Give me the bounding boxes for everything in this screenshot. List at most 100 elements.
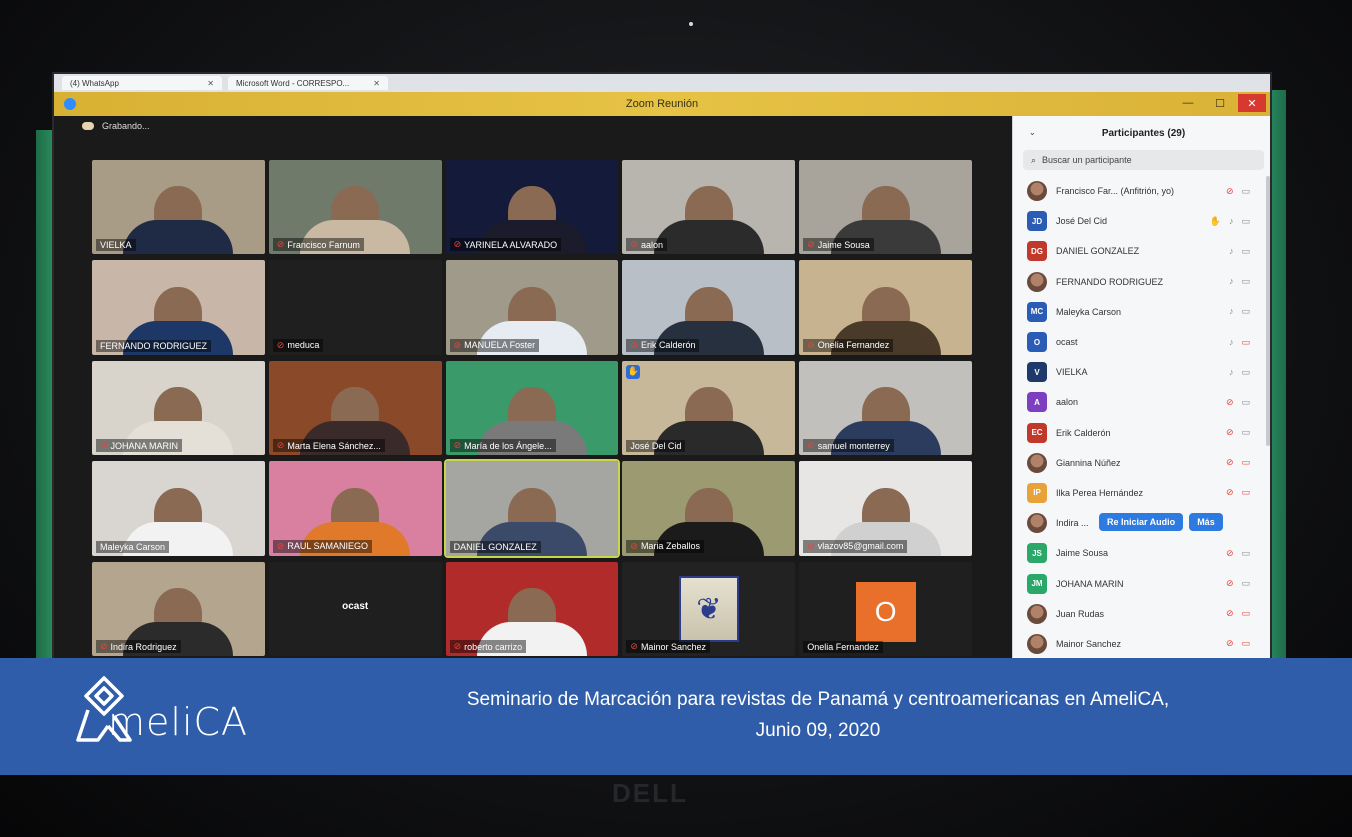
participant-row[interactable]: JD José Del Cid ✋ ♪ ▭ — [1013, 206, 1270, 236]
tile-name-text: María de los Ángele... — [464, 440, 552, 451]
muted-mic-icon: ⊘ — [453, 641, 462, 651]
tile-name-label: ⊘ Marta Elena Sánchez... — [272, 439, 385, 453]
avatar — [1027, 513, 1047, 534]
tile-name-label: ⊘ Jaime Sousa — [803, 238, 874, 252]
participant-row[interactable]: MC Maleyka Carson ♪ ▭ — [1013, 297, 1270, 327]
participant-name: Ilka Perea Hernández — [1056, 487, 1144, 498]
participants-header: ⌄ Participantes (29) — [1013, 116, 1270, 150]
video-tile[interactable]: ⊘ RAUL SAMANIEGO — [268, 461, 442, 556]
participant-row[interactable]: Indira ... Re Iniciar Audio Más — [1013, 508, 1270, 538]
participant-row[interactable]: JM JOHANA MARIN ⊘ ▭ — [1013, 568, 1270, 598]
participant-video — [653, 220, 764, 255]
participant-row[interactable]: Aaalon ⊘ ▭ — [1013, 387, 1270, 417]
video-tile[interactable]: ✋ José Del Cid — [622, 360, 796, 456]
mic-icon: ♪ — [1228, 245, 1234, 256]
avatar: DG — [1027, 241, 1047, 262]
video-tile[interactable]: DANIEL GONZALEZ — [443, 459, 621, 558]
video-tile[interactable]: ⊘ Erik Calderón — [622, 260, 796, 355]
video-tile[interactable]: ⊘ María de los Ángele... — [445, 360, 619, 456]
participants-title: Participantes (29) — [1101, 127, 1186, 139]
participant-row[interactable]: Francisco Far... (Anfitrión, yo) ⊘ ▭ — [1013, 176, 1270, 206]
video-camera-icon: ▭ — [1241, 185, 1250, 196]
video-tile[interactable]: ⊘ Jaime Sousa — [799, 160, 972, 255]
participant-row[interactable]: V VIELKA ♪ ▭ — [1013, 357, 1270, 387]
participant-hover-actions: Re Iniciar Audio Más — [1099, 513, 1223, 532]
light-reflection — [689, 22, 693, 26]
video-tile[interactable]: ⊘ roberto carrizo — [445, 561, 619, 656]
participant-row[interactable]: Oocast ♪ ▭ — [1013, 327, 1270, 357]
minimize-button[interactable]: — — [1174, 94, 1202, 112]
video-tile[interactable]: FERNANDO RODRIGUEZ — [92, 260, 265, 355]
browser-tab-whatsapp[interactable]: (4) WhatsApp ✕ — [62, 76, 222, 90]
participant-status-icons: ✋ ♪ ▭ — [1210, 216, 1250, 227]
participant-name: FERNANDO RODRIGUEZ — [1056, 276, 1164, 287]
tile-name-label: ⊘ Erik Calderón — [626, 338, 700, 352]
video-tile[interactable]: Maleyka Carson — [92, 461, 265, 556]
tile-name-label: ⊘ María de los Ángele... — [449, 439, 556, 453]
tile-name-text: Erik Calderón — [640, 340, 696, 351]
video-tile[interactable]: ⊘ meduca — [268, 260, 442, 355]
tile-name-text: Onelia Fernandez — [817, 340, 890, 351]
participant-search-input[interactable]: ⌕ Buscar un participante — [1023, 150, 1264, 170]
video-tile-grid: VIELKA ⊘ Francisco Farnum ⊘ YARINELA ALVARAD… — [92, 160, 972, 656]
muted-mic-icon: ⊘ — [276, 239, 285, 250]
participant-status-icons: ♪ ▭ — [1229, 337, 1250, 348]
tile-name-label: VIELKA — [96, 239, 136, 252]
mic-icon: ♪ — [1228, 215, 1234, 226]
tile-name-text: samuel monterrey — [817, 440, 890, 451]
close-icon[interactable]: ✕ — [373, 79, 380, 88]
zoom-title-bar: Zoom Reunión — ☐ ✕ — [54, 92, 1270, 116]
mic-icon: ♪ — [1228, 276, 1234, 287]
tile-name-text: Maria Zeballos — [640, 541, 700, 552]
video-tile[interactable]: ⊘ aalon — [622, 160, 796, 255]
more-button[interactable]: Más — [1189, 513, 1223, 532]
maximize-button[interactable]: ☐ — [1206, 94, 1234, 112]
participant-list-scrollbar[interactable] — [1266, 176, 1270, 446]
video-tile[interactable]: ⊘ Marta Elena Sánchez... — [268, 360, 442, 456]
tile-name-text: Maleyka Carson — [100, 541, 166, 552]
video-tile[interactable]: ⊘ Onelia Fernandez — [799, 260, 972, 355]
participant-row[interactable]: Mainor Sanchez ⊘ ▭ — [1013, 629, 1270, 659]
video-tile[interactable]: ⊘ Francisco Farnum — [268, 160, 442, 255]
participant-row[interactable]: IP Ilka Perea Hernández ⊘ ▭ — [1013, 478, 1270, 508]
chevron-down-icon[interactable]: ⌄ — [1029, 128, 1036, 137]
tile-name-text: Marta Elena Sánchez... — [287, 440, 381, 451]
participant-name: Giannina Núñez — [1056, 457, 1121, 468]
tile-name-label: ⊘ Francisco Farnum — [272, 238, 364, 252]
video-tile[interactable]: O Onelia Fernandez — [799, 561, 972, 656]
video-tile[interactable]: ⊘ vlazov85@gmail.com — [799, 461, 972, 556]
muted-mic-icon: ⊘ — [100, 440, 108, 451]
participant-row[interactable]: Giannina Núñez ⊘ ▭ — [1013, 448, 1270, 478]
muted-mic-icon: ⊘ — [276, 440, 285, 451]
video-tile[interactable]: VIELKA — [92, 160, 265, 255]
restart-audio-button[interactable]: Re Iniciar Audio — [1099, 513, 1184, 532]
video-camera-icon: ▭ — [1241, 245, 1250, 256]
video-tile[interactable]: ⊘ JOHANA MARIN — [92, 360, 265, 456]
video-tile[interactable]: ⊘ Indira Rodriguez — [92, 561, 265, 656]
participant-name: JOHANA MARIN — [1056, 578, 1124, 589]
participant-name: Jaime Sousa — [1056, 548, 1109, 559]
participant-name: Maleyka Carson — [1056, 306, 1122, 317]
video-tile[interactable]: ocast — [268, 561, 442, 656]
video-tile[interactable]: ⊘ YARINELA ALVARADO — [445, 160, 619, 255]
participant-name: José Del Cid — [1056, 216, 1108, 227]
participant-status-icons: ⊘ ▭ — [1226, 397, 1250, 408]
close-window-button[interactable]: ✕ — [1238, 94, 1266, 112]
participant-list: Francisco Far... (Anfitrión, yo) ⊘ ▭ JD José… — [1013, 176, 1270, 659]
participant-row[interactable]: Juan Rudas ⊘ ▭ — [1013, 599, 1270, 629]
video-tile[interactable]: ⊘ MANUELA Foster — [445, 260, 619, 355]
participant-status-icons: ⊘ ▭ — [1226, 548, 1250, 559]
browser-tab-word[interactable]: Microsoft Word - CORRESPO... ✕ — [228, 76, 388, 90]
participant-row[interactable]: FERNANDO RODRIGUEZ ♪ ▭ — [1013, 267, 1270, 297]
caption-banner: meliCA Seminario de Marcación para revis… — [0, 658, 1352, 775]
participant-row[interactable]: JS Jaime Sousa ⊘ ▭ — [1013, 538, 1270, 568]
video-tile[interactable]: ⊘Mainor Sanchez — [622, 561, 796, 656]
video-tile[interactable]: ⊘ samuel monterrey — [799, 360, 972, 456]
cloud-record-icon — [82, 122, 94, 130]
participant-row[interactable]: DG DANIEL GONZALEZ ♪ ▭ — [1013, 236, 1270, 266]
video-tile[interactable]: ⊘ Maria Zeballos — [622, 461, 796, 556]
participant-row[interactable]: EC Erik Calderón ⊘ ▭ — [1013, 418, 1270, 448]
participants-panel: ⌄ Participantes (29) ⌕ Buscar un partici… — [1012, 116, 1270, 660]
tile-name-label: ⊘ meduca — [272, 338, 324, 352]
close-icon[interactable]: ✕ — [207, 79, 214, 88]
